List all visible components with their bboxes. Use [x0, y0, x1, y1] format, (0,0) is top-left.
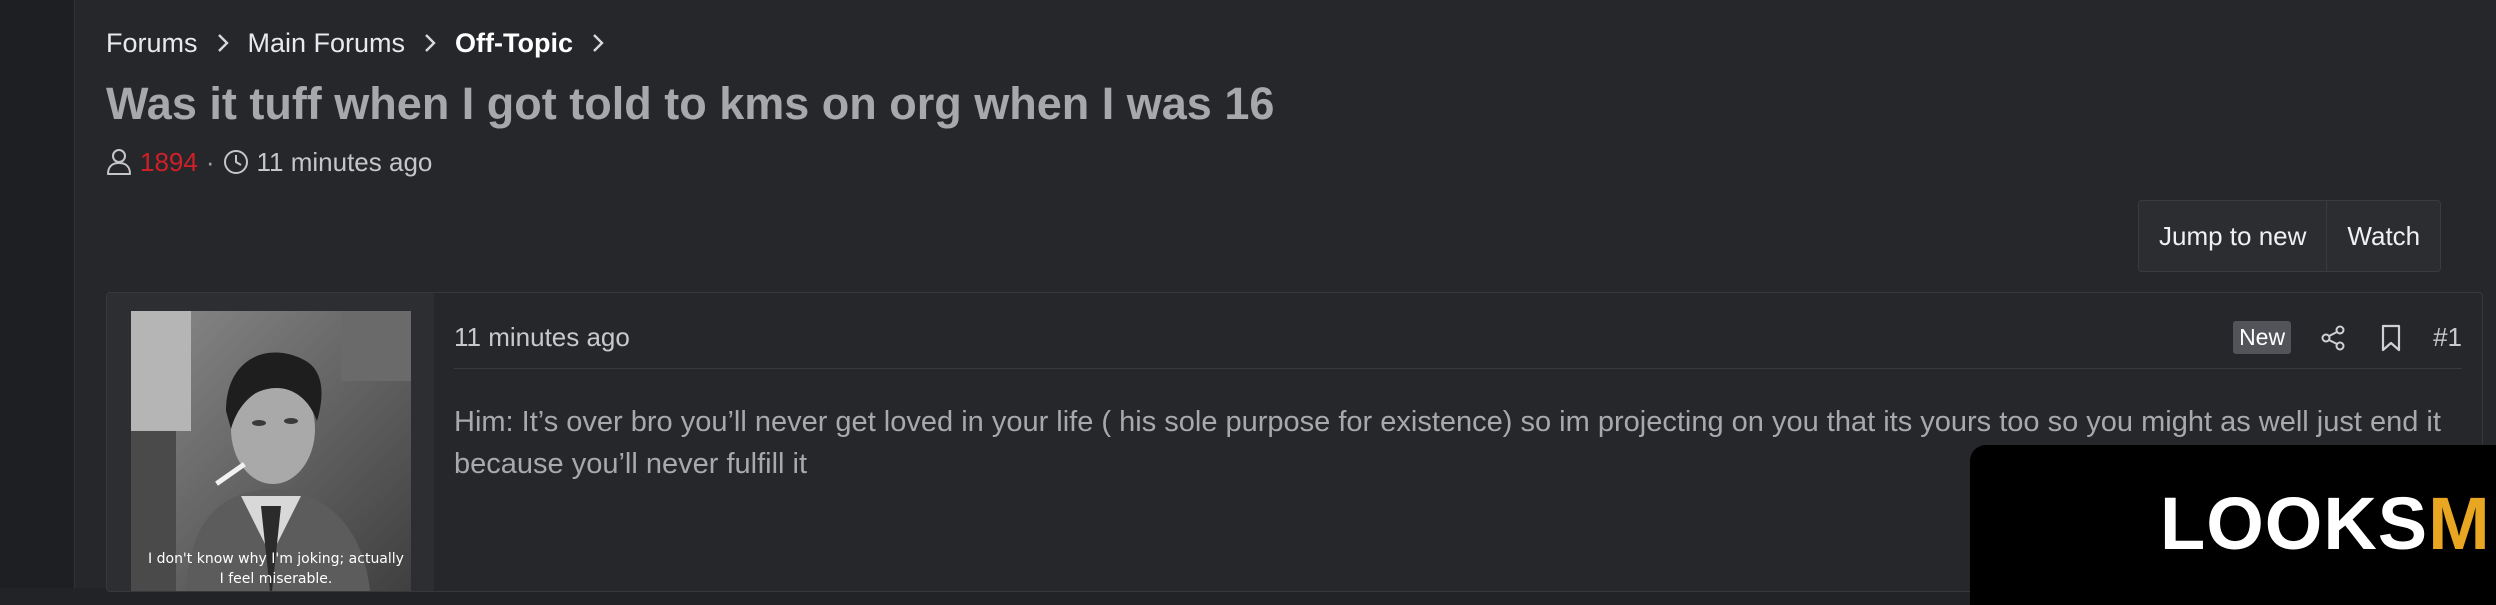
watch-button[interactable]: Watch: [2326, 201, 2441, 271]
ad-logo-text: LOOKS: [2160, 482, 2429, 565]
thread-start-date[interactable]: 11 minutes ago: [257, 147, 433, 178]
post-number-link[interactable]: #1: [2433, 322, 2462, 353]
breadcrumb-forums[interactable]: Forums: [106, 28, 198, 59]
user-icon: [106, 148, 132, 176]
post-user-cell: I don't know why I'm joking; actually I …: [107, 293, 434, 591]
meta-separator: ·: [205, 146, 215, 177]
new-badge: New: [2233, 321, 2292, 354]
left-gutter: [0, 0, 75, 588]
breadcrumb-off-topic[interactable]: Off-Topic: [455, 28, 573, 59]
post-header: 11 minutes ago New #1: [454, 307, 2462, 369]
breadcrumb: Forums Main Forums Off-Topic: [106, 26, 623, 60]
avatar-caption: I don't know why I'm joking; actually I …: [141, 549, 411, 589]
thread-author-link[interactable]: 1894: [140, 147, 198, 178]
jump-to-new-button[interactable]: Jump to new: [2139, 201, 2327, 271]
clock-icon: [223, 149, 249, 175]
chevron-right-icon: [421, 26, 439, 60]
ad-logo: LOOKSM: [2160, 481, 2491, 566]
post-actions: New #1: [2233, 321, 2462, 354]
avatar[interactable]: I don't know why I'm joking; actually I …: [131, 311, 411, 591]
bookmark-icon[interactable]: [2375, 322, 2407, 354]
thread-actions: Jump to new Watch: [2138, 200, 2442, 272]
page-title: Was it tuff when I got told to kms on or…: [106, 78, 1275, 129]
thread-meta: 1894 · 11 minutes ago: [106, 145, 432, 179]
breadcrumb-main-forums[interactable]: Main Forums: [248, 28, 406, 59]
ad-logo-accent: M: [2428, 482, 2491, 565]
post-time[interactable]: 11 minutes ago: [454, 322, 630, 353]
chevron-right-icon: [589, 26, 607, 60]
avatar-caption-line: I feel miserable.: [219, 571, 333, 587]
chevron-right-icon: [214, 26, 232, 60]
avatar-caption-line: I don't know why I'm joking; actually: [148, 551, 404, 567]
share-icon[interactable]: [2317, 322, 2349, 354]
advertisement-banner[interactable]: LOOKSM: [1970, 445, 2496, 605]
